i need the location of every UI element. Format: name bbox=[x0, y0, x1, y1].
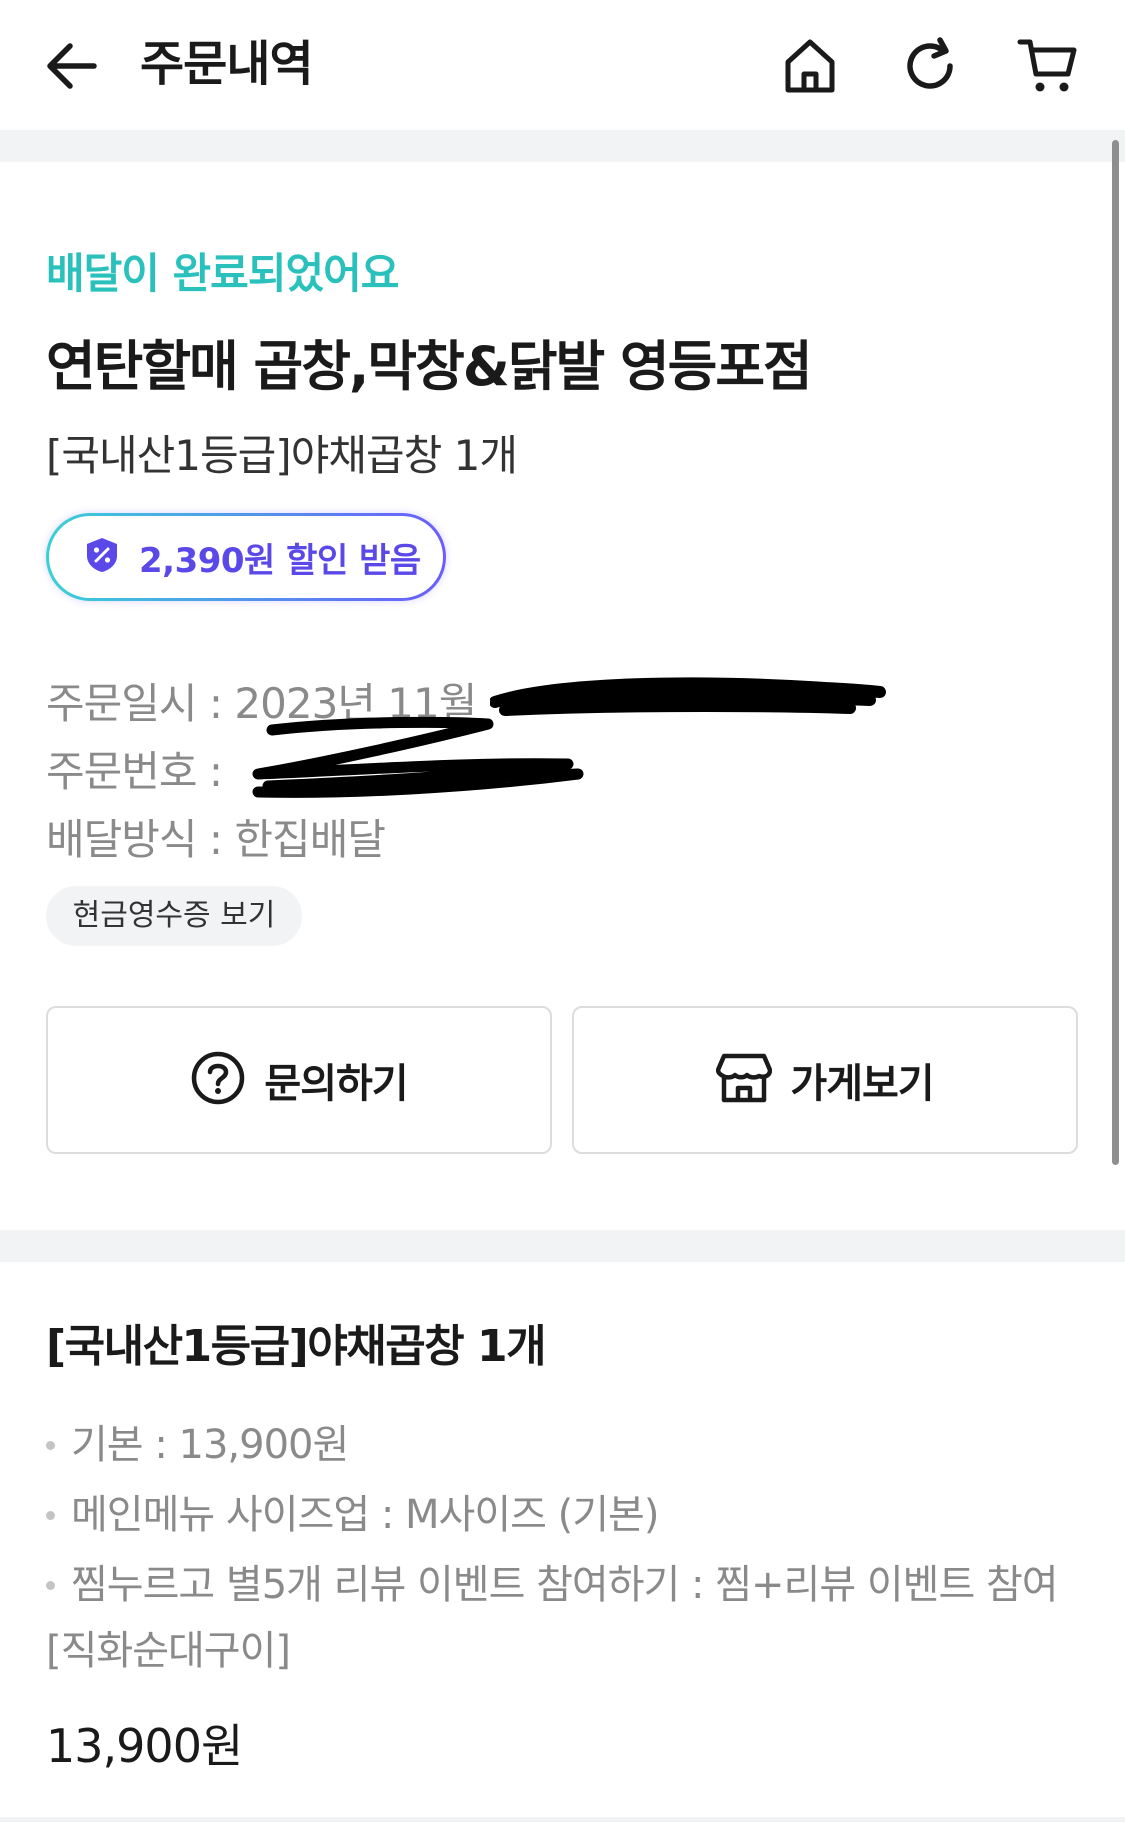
menu-summary: [국내산1등급]야채곱창 1개 bbox=[46, 431, 518, 480]
section-divider bbox=[0, 1230, 1125, 1262]
option-continuation: [직화순대구이] bbox=[46, 1628, 291, 1674]
discount-text: 2,390원 할인 받음 bbox=[139, 540, 421, 581]
store-icon bbox=[716, 1050, 773, 1110]
order-status: 배달이 완료되었어요 bbox=[46, 249, 399, 298]
store-view-button[interactable]: 가게보기 bbox=[572, 1006, 1078, 1154]
bullet-dot bbox=[46, 1580, 55, 1590]
cash-receipt-button[interactable]: 현금영수증 보기 bbox=[46, 886, 302, 946]
option-line: 기본 : 13,900원 bbox=[46, 1412, 349, 1470]
refresh-icon[interactable] bbox=[898, 34, 962, 98]
delivery-method: 배달방식 : 한집배달 bbox=[46, 815, 386, 864]
item-title: [국내산1등급]야채곱창 1개 bbox=[46, 1321, 547, 1372]
order-number: 주문번호 : bbox=[46, 738, 223, 799]
cart-icon[interactable] bbox=[1016, 34, 1080, 98]
bullet-dot bbox=[46, 1510, 55, 1520]
bullet-dot bbox=[46, 1440, 55, 1450]
back-arrow-icon[interactable] bbox=[44, 38, 104, 94]
order-date-label: 주문일시 : bbox=[46, 679, 235, 728]
option-line: 찜누르고 별5개 리뷰 이벤트 참여하기 : 찜+리뷰 이벤트 참여 bbox=[46, 1552, 1059, 1610]
inquiry-label: 문의하기 bbox=[264, 1061, 408, 1107]
item-price: 13,900원 bbox=[46, 1719, 243, 1773]
app-header: 주문내역 bbox=[0, 0, 1125, 130]
section-divider bbox=[0, 1817, 1125, 1822]
scrollbar[interactable] bbox=[1112, 140, 1119, 1165]
order-number-label: 주문번호 : bbox=[46, 747, 223, 796]
store-view-label: 가게보기 bbox=[790, 1061, 934, 1107]
page-title: 주문내역 bbox=[140, 36, 314, 92]
home-icon[interactable] bbox=[778, 34, 842, 98]
store-name: 연탄할매 곱창,막창&닭발 영등포점 bbox=[46, 335, 813, 398]
question-icon bbox=[190, 1050, 246, 1110]
discount-coupon-icon bbox=[83, 536, 121, 578]
section-divider bbox=[0, 130, 1125, 162]
redaction-scribble bbox=[252, 716, 584, 798]
option-line: 메인메뉴 사이즈업 : M사이즈 (기본) bbox=[46, 1482, 659, 1540]
discount-badge: 2,390원 할인 받음 bbox=[46, 513, 446, 601]
inquiry-button[interactable]: 문의하기 bbox=[46, 1006, 552, 1154]
